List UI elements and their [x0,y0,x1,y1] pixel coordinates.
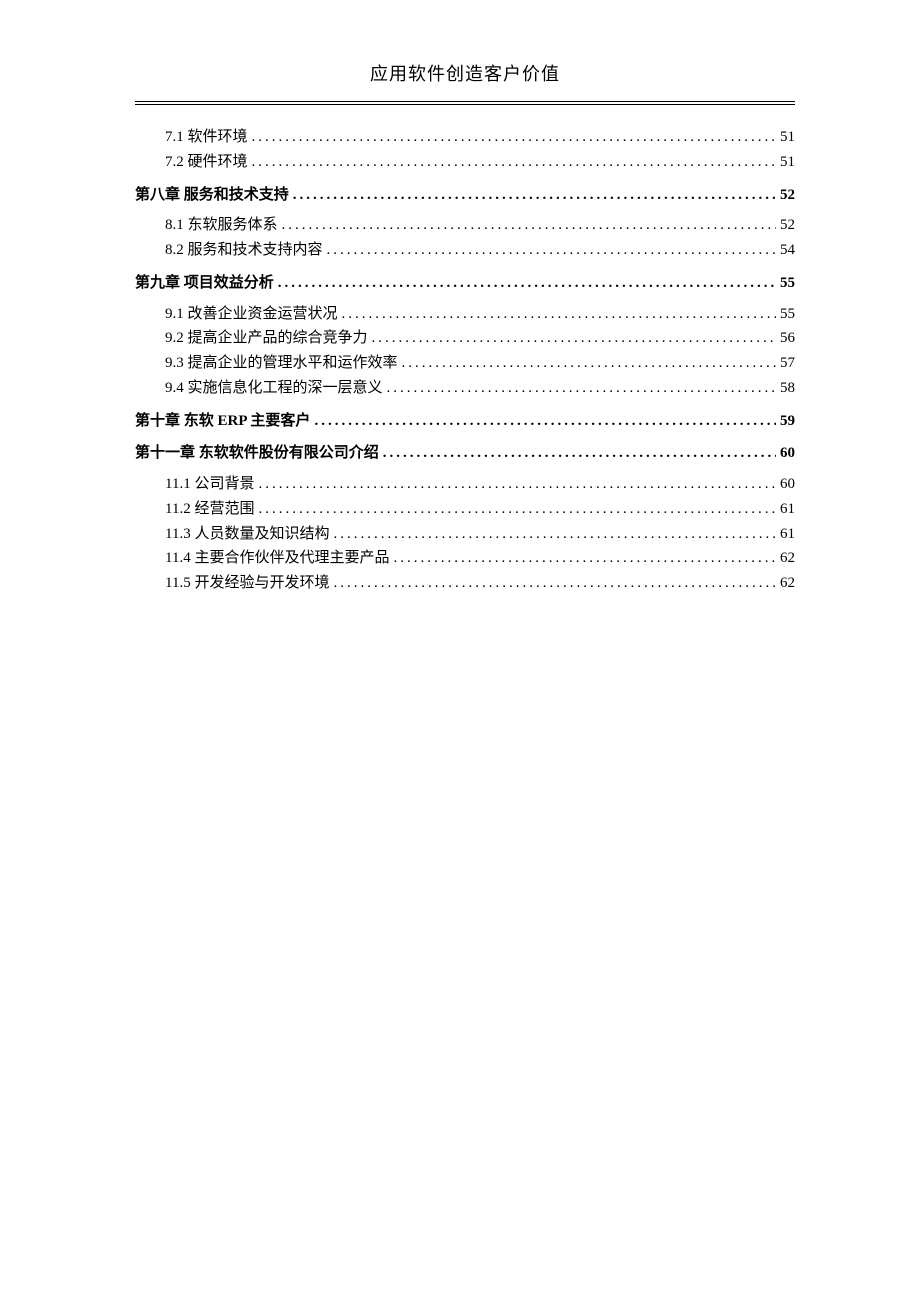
toc-subsection: 9.2 提高企业产品的综合竞争力 56 [135,326,795,351]
toc-dots [258,497,776,522]
toc-chapter: 第八章 服务和技术支持 52 [135,183,795,208]
toc-chapter-label: 第十一章 东软软件股份有限公司介绍 [135,441,379,466]
toc-sub-page: 56 [780,326,795,351]
toc-sub-label: 11.2 经营范围 [165,497,254,522]
toc-sub-label: 11.1 公司背景 [165,472,254,497]
toc-subsection: 11.4 主要合作伙伴及代理主要产品 62 [135,546,795,571]
toc-sub-label: 9.3 提高企业的管理水平和运作效率 [165,351,398,376]
toc-chapter-page: 55 [780,271,795,296]
toc-sub-page: 51 [780,150,795,175]
toc-sub-label: 11.3 人员数量及知识结构 [165,522,329,547]
toc-subsection: 9.4 实施信息化工程的深一层意义 58 [135,376,795,401]
toc-chapter-label: 第十章 东软 ERP 主要客户 [135,409,310,434]
toc-sub-group: 11.1 公司背景 60 11.2 经营范围 61 11.3 人员数量及知识结构… [135,472,795,596]
toc-subsection: 11.1 公司背景 60 [135,472,795,497]
toc-dots [258,472,776,497]
toc-sub-label: 11.4 主要合作伙伴及代理主要产品 [165,546,389,571]
toc-sub-page: 54 [780,238,795,263]
toc-dots [333,522,776,547]
toc-chapter-label: 第九章 项目效益分析 [135,271,274,296]
toc-subsection: 7.2 硬件环境 51 [135,150,795,175]
toc-subsection: 11.2 经营范围 61 [135,497,795,522]
toc-dots [342,302,776,327]
toc-sub-page: 62 [780,571,795,596]
toc-sub-page: 62 [780,546,795,571]
toc-sub-page: 57 [780,351,795,376]
header-rule-top [135,101,795,102]
toc-sub-page: 51 [780,125,795,150]
toc-chapter-page: 60 [780,441,795,466]
header-rule-bottom [135,104,795,105]
toc-sub-page: 60 [780,472,795,497]
toc-pre-group: 7.1 软件环境 51 7.2 硬件环境 51 [135,125,795,175]
toc-dots [282,213,776,238]
toc-dots [393,546,776,571]
toc-dots [278,271,776,296]
toc-dots [314,409,776,434]
toc-sub-label: 11.5 开发经验与开发环境 [165,571,329,596]
toc-sub-page: 52 [780,213,795,238]
page-title: 应用软件创造客户价值 [135,60,795,98]
toc-dots [327,238,776,263]
toc-subsection: 9.1 改善企业资金运营状况 55 [135,302,795,327]
toc-sub-label: 8.1 东软服务体系 [165,213,278,238]
toc-sub-label: 9.4 实施信息化工程的深一层意义 [165,376,383,401]
toc-subsection: 11.5 开发经验与开发环境 62 [135,571,795,596]
toc-subsection: 9.3 提高企业的管理水平和运作效率 57 [135,351,795,376]
toc-sub-page: 61 [780,522,795,547]
toc-sub-label: 9.1 改善企业资金运营状况 [165,302,338,327]
toc-dots [372,326,776,351]
toc-dots [383,441,776,466]
toc-dots [387,376,776,401]
toc-sub-page: 61 [780,497,795,522]
toc-chapter-page: 52 [780,183,795,208]
toc-chapter-label: 第八章 服务和技术支持 [135,183,289,208]
toc-sub-group: 8.1 东软服务体系 52 8.2 服务和技术支持内容 54 [135,213,795,263]
toc-sub-label: 8.2 服务和技术支持内容 [165,238,323,263]
toc-sub-label: 9.2 提高企业产品的综合竞争力 [165,326,368,351]
toc-subsection: 8.2 服务和技术支持内容 54 [135,238,795,263]
toc-sub-page: 55 [780,302,795,327]
toc-sub-label: 7.1 软件环境 [165,125,248,150]
document-page: 应用软件创造客户价值 7.1 软件环境 51 7.2 硬件环境 51 第八章 服… [0,0,920,596]
toc-chapter: 第十章 东软 ERP 主要客户 59 [135,409,795,434]
table-of-contents: 7.1 软件环境 51 7.2 硬件环境 51 第八章 服务和技术支持 52 8… [135,125,795,596]
toc-dots [252,150,776,175]
toc-subsection: 7.1 软件环境 51 [135,125,795,150]
toc-dots [333,571,776,596]
toc-dots [293,183,776,208]
toc-dots [252,125,776,150]
toc-subsection: 11.3 人员数量及知识结构 61 [135,522,795,547]
toc-chapter-page: 59 [780,409,795,434]
toc-sub-label: 7.2 硬件环境 [165,150,248,175]
toc-dots [402,351,776,376]
toc-sub-page: 58 [780,376,795,401]
toc-sub-group: 9.1 改善企业资金运营状况 55 9.2 提高企业产品的综合竞争力 56 9.… [135,302,795,401]
toc-subsection: 8.1 东软服务体系 52 [135,213,795,238]
toc-chapter: 第十一章 东软软件股份有限公司介绍 60 [135,441,795,466]
toc-chapter: 第九章 项目效益分析 55 [135,271,795,296]
